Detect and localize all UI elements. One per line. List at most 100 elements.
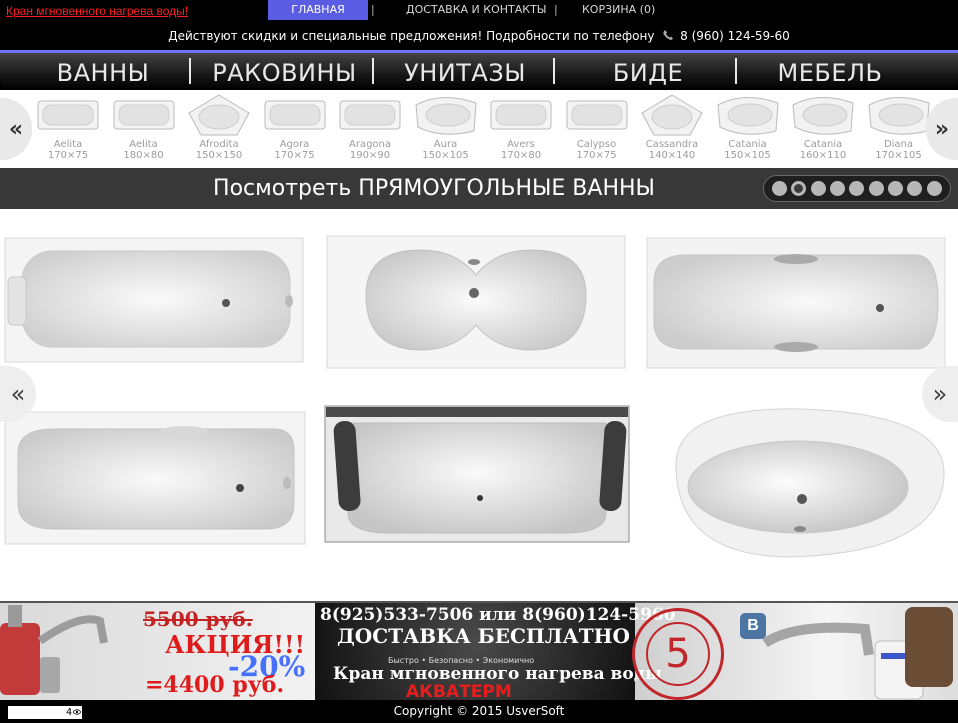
vk-icon[interactable]: В [740,613,766,639]
banner-old-price: 5500 руб. [143,607,253,631]
pager-dot[interactable] [868,181,884,196]
info-bar: Действуют скидки и специальные предложен… [0,22,958,50]
category-furniture[interactable]: МЕБЕЛЬ [760,56,900,90]
pager-dot[interactable] [772,181,788,196]
thumb-item[interactable]: Cassandra 140×140 [636,93,708,167]
bath-thumbnail-image [414,97,477,135]
footer: Copyright © 2015 UsverSoft 4 [0,700,958,723]
category-separator [189,58,191,84]
banner-phones: 8(925)533-7506 или 8(960)124-5960 [320,605,676,625]
pager-dot[interactable] [810,181,826,196]
thumb-name: Aragona [348,139,391,150]
pager-dot[interactable] [849,181,865,196]
bath-thumbnail-image [716,97,779,135]
bath-thumbnail-image [867,97,930,135]
pager-dot[interactable] [830,181,846,196]
nav-separator: | [371,3,375,16]
thumb-name: Aelita [53,139,83,150]
thumb-size: 170×75 [576,150,617,161]
thumb-item[interactable]: Aelita 170×75 [32,93,104,167]
thumb-size: 170×75 [274,150,315,161]
bath-thumbnail-image [113,100,174,130]
info-text: Действуют скидки и специальные предложен… [168,29,655,43]
thumb-item[interactable]: Catania 150×105 [712,93,784,167]
visit-counter[interactable]: 4 [8,706,82,719]
carousel-prev-button[interactable]: « [0,98,32,160]
slide-pager [763,175,951,202]
pager-dot[interactable] [926,181,942,196]
thumb-item[interactable]: Diana 170×105 [863,93,935,167]
thumb-item[interactable]: Agora 170×75 [259,93,331,167]
thumb-size: 180×80 [123,150,164,161]
phone-icon [663,30,674,40]
category-bidets[interactable]: БИДЕ [585,56,711,90]
bath-thumbnail-image [792,97,854,135]
product-bath-3[interactable] [646,237,946,369]
thumb-item[interactable]: Calypso 170×75 [561,93,633,167]
thumb-size: 160×110 [799,150,847,161]
product-bath-5[interactable] [324,405,630,543]
thumb-item[interactable]: Avers 170×80 [485,93,557,167]
category-separator [553,58,555,84]
banner-product: Кран мгновенного нагрева воды [333,664,663,684]
product-bath-2[interactable] [326,235,626,369]
category-separator [372,58,374,84]
thumb-size: 190×90 [349,150,391,161]
thumb-name: Aelita [129,139,158,150]
warranty-years: 5 [646,622,710,686]
thumb-name: Avers [507,139,535,150]
copyright: Copyright © 2015 UsverSoft [393,704,565,718]
thumb-size: 150×105 [422,150,469,161]
banner-delivery: ДОСТАВКА БЕСПЛАТНО [337,624,630,648]
thumbnail-carousel: « Aelita 170×75 Aelita 180×80 Afrodita 150×15… [0,90,958,168]
product-bath-6[interactable] [668,405,950,561]
category-menu: ВАННЫ РАКОВИНЫ УНИТАЗЫ БИДЕ МЕБЕЛЬ [0,50,958,90]
thumb-name: Calypso [576,139,617,150]
nav-home[interactable]: ГЛАВНАЯ [268,0,368,20]
thumb-name: Afrodita [199,139,239,150]
thumb-size: 170×80 [500,150,542,161]
bath-thumbnail-image [339,100,401,130]
thumb-name: Aura [433,139,458,150]
bath-thumbnail-image [490,100,552,130]
category-sinks[interactable]: РАКОВИНЫ [207,56,362,90]
thumb-name: Catania [728,139,767,150]
thumb-item[interactable]: Aragona 190×90 [334,93,406,167]
bath-thumbnail-image [641,94,703,136]
bath-thumbnail-image [566,100,627,130]
warranty-seal-icon: 5 [632,608,724,700]
product-bath-1[interactable] [4,237,304,363]
bath-thumbnail-image [37,100,99,130]
pager-dot[interactable] [791,181,807,196]
category-separator [735,58,737,84]
section-title-bar: Посмотреть ПРЯМОУГОЛЬНЫЕ ВАННЫ [0,168,958,209]
faucet-heater-image [0,605,108,695]
banner-new-price: =4400 руб. [145,672,285,698]
thumb-item[interactable]: Aura 150×105 [410,93,482,167]
thumb-item[interactable]: Catania 160×110 [787,93,859,167]
banner-brand: АКВАТЕРМ [406,682,512,700]
category-baths[interactable]: ВАННЫ [38,56,168,90]
thumb-name: Catania [803,139,843,150]
info-phone: 8 (960) 124-59-60 [680,29,790,43]
pager-dot[interactable] [907,181,923,196]
nav-cart[interactable]: КОРЗИНА (0) [582,0,655,20]
thumb-item[interactable]: Aelita 180×80 [108,93,180,167]
category-toilets[interactable]: УНИТАЗЫ [395,56,535,90]
thumb-size: 150×150 [195,150,243,161]
thumb-item[interactable]: Afrodita 150×150 [183,93,255,167]
thumb-name: Diana [883,139,914,150]
eye-icon [73,709,81,715]
counter-value: 4 [65,707,72,718]
thumb-size: 140×140 [648,150,696,161]
promo-link[interactable]: Кран мгновенного нагрева воды! [6,4,188,18]
pager-dot[interactable] [888,181,904,196]
bath-thumbnail-image [188,94,250,136]
nav-delivery-contacts[interactable]: ДОСТАВКА И КОНТАКТЫ [406,0,547,20]
bath-thumbnail-image [264,100,325,130]
product-bath-4[interactable] [4,411,306,545]
thumb-name: Cassandra [645,139,699,150]
promo-banner[interactable]: 5500 руб. АКЦИЯ!!! -20% =4400 руб. 8(925… [0,601,958,700]
thumb-size: 170×105 [875,150,922,161]
thumb-size: 150×105 [724,150,771,161]
